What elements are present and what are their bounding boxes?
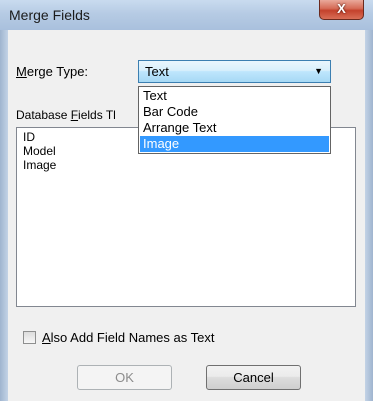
close-icon: X: [337, 1, 346, 16]
also-add-field-names-checkbox[interactable]: [23, 331, 36, 344]
window-frame-left: [0, 30, 8, 401]
also-add-field-names-label[interactable]: Also Add Field Names as Text: [42, 330, 214, 345]
merge-type-value: Text: [145, 64, 169, 79]
dropdown-option-text[interactable]: Text: [140, 88, 329, 104]
cancel-button[interactable]: Cancel: [206, 365, 301, 390]
window-title: Merge Fields: [9, 7, 90, 23]
list-item[interactable]: Model: [23, 144, 56, 158]
dropdown-option-arrange-text[interactable]: Arrange Text: [140, 120, 329, 136]
close-button[interactable]: X: [319, 0, 364, 20]
chevron-down-icon: ▼: [314, 66, 323, 76]
list-item[interactable]: ID: [23, 130, 35, 144]
title-bar[interactable]: Merge Fields X: [0, 0, 373, 30]
window-frame-right: [365, 30, 373, 401]
merge-type-dropdown[interactable]: Text Bar Code Arrange Text Image: [138, 86, 331, 154]
dropdown-option-bar-code[interactable]: Bar Code: [140, 104, 329, 120]
database-fields-label: Database Fields Tl: [16, 108, 116, 122]
ok-button[interactable]: OK: [77, 365, 172, 390]
list-item[interactable]: Image: [23, 158, 56, 172]
dropdown-option-image[interactable]: Image: [140, 136, 329, 152]
merge-type-combobox[interactable]: Text ▼: [138, 60, 331, 83]
database-fields-list[interactable]: ID Model Image: [16, 127, 356, 307]
merge-type-label: Merge Type:: [16, 64, 89, 79]
